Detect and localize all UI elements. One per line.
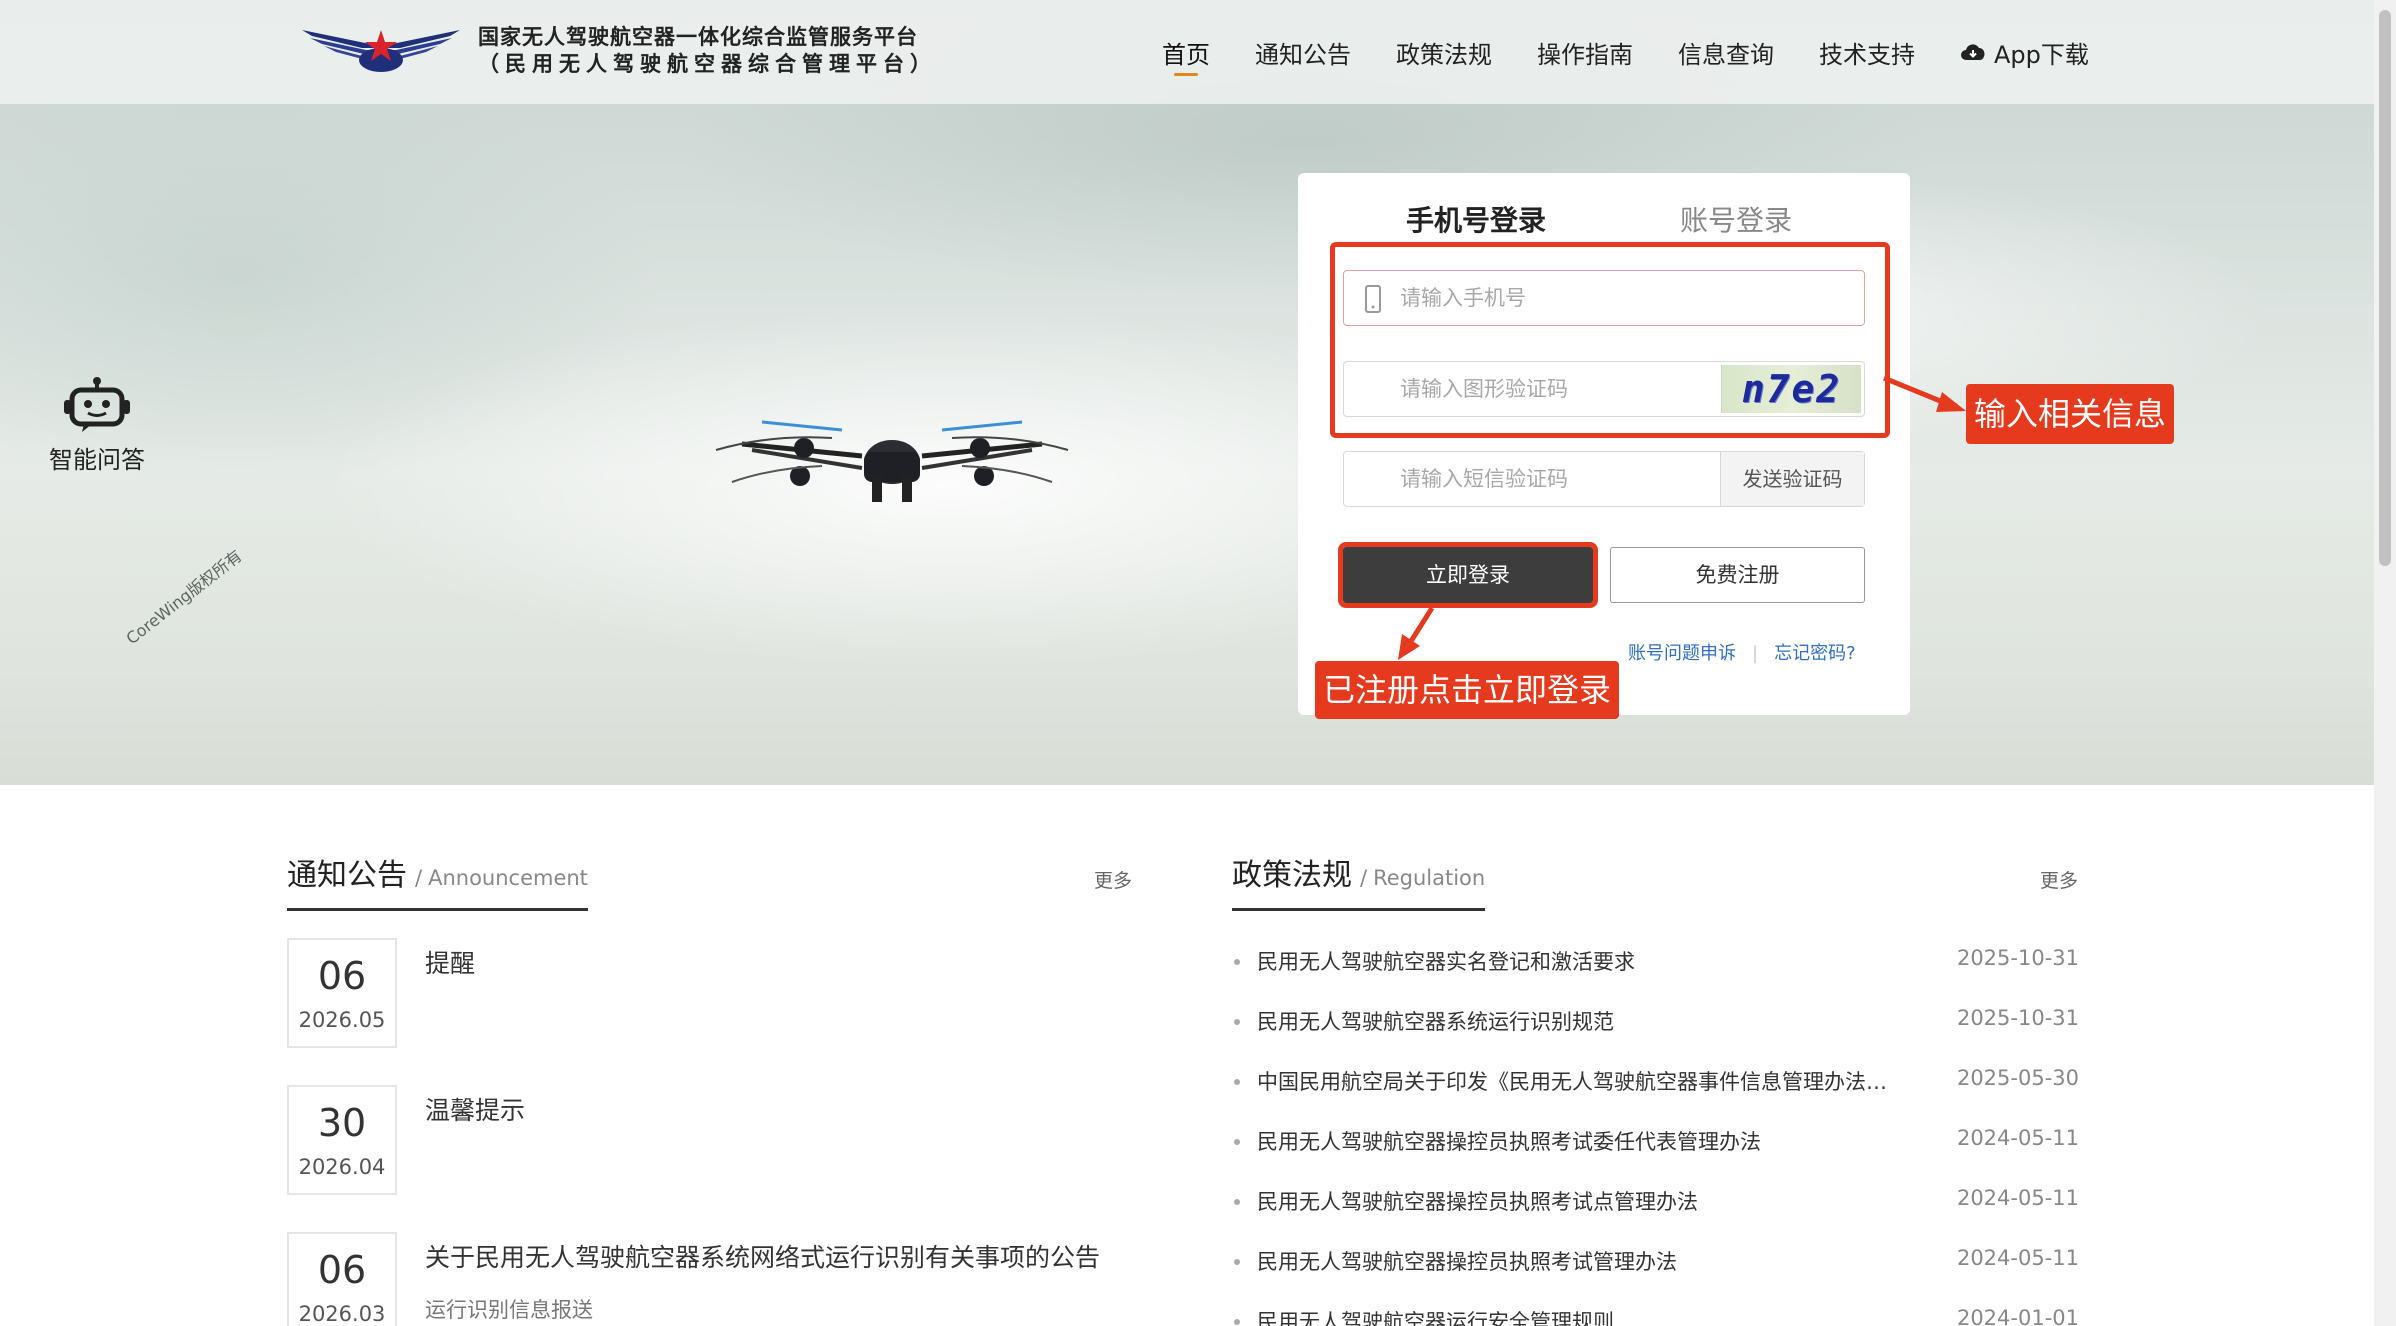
robot-icon	[64, 377, 130, 432]
announcements-title-en: Announcement	[428, 866, 588, 890]
regulation-title[interactable]: 民用无人驾驶航空器操控员执照考试管理办法	[1257, 1246, 1897, 1276]
regulations-more-link[interactable]: 更多	[2040, 866, 2078, 893]
login-button[interactable]: 立即登录	[1338, 542, 1598, 608]
regulation-item[interactable]: 民用无人驾驶航空器系统运行识别规范 2025-10-31	[1232, 1006, 2079, 1066]
regulation-date: 2025-10-31	[1956, 946, 2079, 970]
caac-logo-icon	[302, 30, 460, 72]
sms-field: 发送验证码	[1343, 451, 1865, 507]
hero-banner: 国家无人驾驶航空器一体化综合监管服务平台 （民用无人驾驶航空器综合管理平台） 首…	[0, 0, 2374, 785]
drone-image	[715, 420, 1069, 502]
register-button[interactable]: 免费注册	[1610, 547, 1865, 603]
nav-query[interactable]: 信息查询	[1678, 0, 1774, 104]
link-divider: |	[1752, 643, 1759, 664]
heading-slash: /	[1360, 866, 1368, 890]
regulation-date: 2024-05-11	[1956, 1186, 2079, 1210]
regulation-title[interactable]: 民用无人驾驶航空器实名登记和激活要求	[1257, 946, 1897, 976]
nav-announcements[interactable]: 通知公告	[1255, 0, 1351, 104]
smart-assistant[interactable]: 智能问答	[46, 376, 148, 475]
login-card: 手机号登录 账号登录 n7e2 发送验证码 立即登录 免费注册 账号问题申诉 | 忘…	[1298, 173, 1910, 715]
login-tabs: 手机号登录 账号登录	[1298, 199, 1910, 243]
regulation-date: 2024-05-11	[1956, 1246, 2079, 1270]
date-day: 30	[317, 1101, 367, 1145]
bullet-dot	[1234, 1079, 1240, 1085]
tab-account-login[interactable]: 账号登录	[1680, 199, 1792, 239]
regulation-item[interactable]: 民用无人驾驶航空器操控员执照考试委任代表管理办法 2024-05-11	[1232, 1126, 2079, 1186]
announcement-subtitle: 运行识别信息报送	[425, 1298, 593, 1322]
regulations-title-en: Regulation	[1373, 866, 1486, 890]
send-sms-button[interactable]: 发送验证码	[1720, 452, 1864, 506]
captcha-field: n7e2	[1343, 361, 1865, 417]
date-year-month: 2026.03	[298, 1302, 386, 1326]
regulation-title[interactable]: 民用无人驾驶航空器操控员执照考试点管理办法	[1257, 1186, 1897, 1216]
date-year-month: 2026.05	[298, 1008, 386, 1032]
smart-assistant-label: 智能问答	[49, 446, 145, 474]
annotation-enter-info: 输入相关信息	[1966, 384, 2175, 444]
regulation-title[interactable]: 民用无人驾驶航空器运行安全管理规则	[1257, 1306, 1897, 1326]
bullet-dot	[1234, 1139, 1240, 1145]
nav-app-download-label: App下载	[1994, 40, 2089, 69]
page-scrollbar[interactable]	[2374, 0, 2396, 1326]
bullet-dot	[1234, 1259, 1240, 1265]
regulation-title[interactable]: 中国民用航空局关于印发《民用无人驾驶航空器事件信息管理办法…	[1257, 1066, 1897, 1096]
login-links: 账号问题申诉 | 忘记密码?	[1628, 639, 1856, 665]
regulation-date: 2025-05-30	[1956, 1066, 2079, 1090]
regulations-title: 政策法规	[1232, 858, 1352, 893]
scrollbar-thumb[interactable]	[2379, 10, 2391, 566]
announcements-title: 通知公告	[287, 858, 407, 893]
bullet-dot	[1234, 1199, 1240, 1205]
announcements-more-link[interactable]: 更多	[1094, 866, 1132, 893]
announcement-title[interactable]: 温馨提示	[425, 1091, 525, 1127]
top-header: 国家无人驾驶航空器一体化综合监管服务平台 （民用无人驾驶航空器综合管理平台） 首…	[0, 0, 2374, 104]
regulation-date: 2024-01-01	[1956, 1306, 2079, 1326]
heading-slash: /	[415, 866, 423, 890]
nav-app-download[interactable]: App下载	[1960, 0, 2089, 104]
announcement-title[interactable]: 提醒	[425, 944, 475, 980]
date-day: 06	[317, 954, 367, 998]
regulation-item[interactable]: 民用无人驾驶航空器操控员执照考试点管理办法 2024-05-11	[1232, 1186, 2079, 1246]
regulation-item[interactable]: 民用无人驾驶航空器操控员执照考试管理办法 2024-05-11	[1232, 1246, 2079, 1306]
bullet-dot	[1234, 1019, 1240, 1025]
regulations-heading: 政策法规 / Regulation	[1232, 850, 1486, 911]
regulations-list: 民用无人驾驶航空器实名登记和激活要求 2025-10-31 民用无人驾驶航空器系…	[1232, 946, 2079, 1326]
announcement-title[interactable]: 关于民用无人驾驶航空器系统网络式运行识别有关事项的公告	[425, 1238, 1100, 1274]
main-nav: 首页 通知公告 政策法规 操作指南 信息查询 技术支持 App下载	[1162, 0, 2134, 104]
nav-guide[interactable]: 操作指南	[1537, 0, 1633, 104]
date-box: 06 2026.03	[287, 1232, 397, 1326]
date-day: 06	[317, 1248, 367, 1292]
phone-field	[1343, 270, 1865, 326]
site-title-line1: 国家无人驾驶航空器一体化综合监管服务平台	[478, 25, 918, 49]
watermark-text: CoreWing版权所有	[122, 546, 246, 649]
account-appeal-link[interactable]: 账号问题申诉	[1628, 643, 1736, 664]
tab-phone-login[interactable]: 手机号登录	[1406, 199, 1546, 239]
date-box: 30 2026.04	[287, 1085, 397, 1195]
bullet-dot	[1234, 959, 1240, 965]
site-title-line2: （民用无人驾驶航空器综合管理平台）	[478, 52, 937, 76]
nav-home[interactable]: 首页	[1162, 0, 1210, 104]
annotation-click-login: 已注册点击立即登录	[1315, 661, 1620, 719]
announcements-heading: 通知公告 / Announcement	[287, 850, 588, 911]
site-title: 国家无人驾驶航空器一体化综合监管服务平台 （民用无人驾驶航空器综合管理平台）	[478, 24, 937, 78]
regulation-item[interactable]: 民用无人驾驶航空器实名登记和激活要求 2025-10-31	[1232, 946, 2079, 1006]
date-year-month: 2026.04	[298, 1155, 386, 1179]
date-box: 06 2026.05	[287, 938, 397, 1048]
regulation-title[interactable]: 民用无人驾驶航空器系统运行识别规范	[1257, 1006, 1897, 1036]
bullet-dot	[1234, 1319, 1240, 1325]
nav-support[interactable]: 技术支持	[1819, 0, 1915, 104]
regulation-date: 2025-10-31	[1956, 1006, 2079, 1030]
phone-input[interactable]	[1344, 271, 1864, 325]
nav-regulations[interactable]: 政策法规	[1396, 0, 1492, 104]
forgot-password-link[interactable]: 忘记密码?	[1774, 643, 1856, 664]
regulation-item[interactable]: 民用无人驾驶航空器运行安全管理规则 2024-01-01	[1232, 1306, 2079, 1326]
regulation-title[interactable]: 民用无人驾驶航空器操控员执照考试委任代表管理办法	[1257, 1126, 1897, 1156]
regulation-date: 2024-05-11	[1956, 1126, 2079, 1150]
captcha-image[interactable]: n7e2	[1721, 365, 1861, 413]
cloud-download-icon	[1961, 44, 1985, 60]
regulation-item[interactable]: 中国民用航空局关于印发《民用无人驾驶航空器事件信息管理办法… 2025-05-3…	[1232, 1066, 2079, 1126]
